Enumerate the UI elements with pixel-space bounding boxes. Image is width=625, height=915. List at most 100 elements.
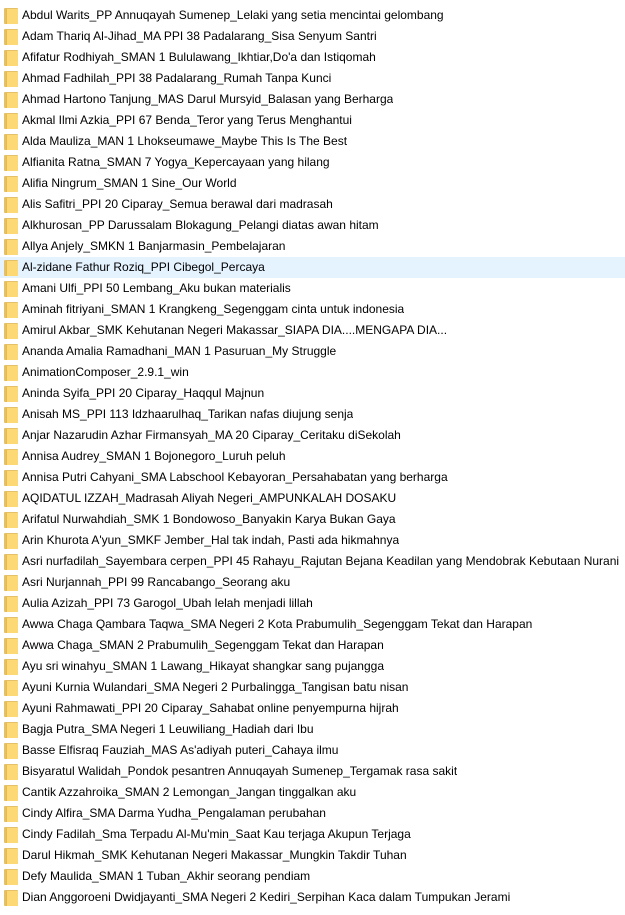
folder-icon (4, 280, 18, 297)
folder-item[interactable]: Alifia Ningrum_SMAN 1 Sine_Our World (0, 173, 625, 194)
folder-name: Defy Maulida_SMAN 1 Tuban_Akhir seorang … (22, 869, 311, 883)
folder-icon (4, 574, 18, 591)
folder-icon (4, 343, 18, 360)
folder-icon (4, 700, 18, 717)
folder-icon (4, 385, 18, 402)
folder-item[interactable]: Alda Mauliza_MAN 1 Lhokseumawe_Maybe Thi… (0, 131, 625, 152)
folder-name: Annisa Putri Cahyani_SMA Labschool Kebay… (22, 470, 448, 484)
folder-item[interactable]: Awwa Chaga Qambara Taqwa_SMA Negeri 2 Ko… (0, 614, 625, 635)
folder-icon (4, 889, 18, 906)
folder-item[interactable]: Allya Anjely_SMKN 1 Banjarmasin_Pembelaj… (0, 236, 625, 257)
folder-name: Cantik Azzahroika_SMAN 2 Lemongan_Jangan… (22, 785, 357, 799)
folder-icon (4, 616, 18, 633)
folder-item[interactable]: Adam Thariq Al-Jihad_MA PPI 38 Padalaran… (0, 26, 625, 47)
folder-item[interactable]: Alfianita Ratna_SMAN 7 Yogya_Kepercayaan… (0, 152, 625, 173)
folder-icon (4, 196, 18, 213)
folder-name: Awwa Chaga_SMAN 2 Prabumulih_Segenggam T… (22, 638, 384, 652)
folder-item[interactable]: AQIDATUL IZZAH_Madrasah Aliyah Negeri_AM… (0, 488, 625, 509)
folder-icon (4, 658, 18, 675)
folder-icon (4, 595, 18, 612)
folder-item[interactable]: Akmal Ilmi Azkia_PPI 67 Benda_Teror yang… (0, 110, 625, 131)
folder-name: Amirul Akbar_SMK Kehutanan Negeri Makass… (22, 323, 448, 337)
folder-name: Ayu sri winahyu_SMAN 1 Lawang_Hikayat sh… (22, 659, 384, 673)
folder-item[interactable]: Aminah fitriyani_SMAN 1 Krangkeng_Segeng… (0, 299, 625, 320)
folder-item[interactable]: Annisa Audrey_SMAN 1 Bojonegoro_Luruh pe… (0, 446, 625, 467)
folder-name: Afifatur Rodhiyah_SMAN 1 Bululawang_Ikht… (22, 50, 376, 64)
folder-name: Bisyaratul Walidah_Pondok pesantren Annu… (22, 764, 458, 778)
folder-item[interactable]: Aninda Syifa_PPI 20 Ciparay_Haqqul Majnu… (0, 383, 625, 404)
folder-icon (4, 364, 18, 381)
folder-item[interactable]: Darul Hikmah_SMK Kehutanan Negeri Makass… (0, 845, 625, 866)
folder-item[interactable]: Ahmad Hartono Tanjung_MAS Darul Mursyid_… (0, 89, 625, 110)
folder-name: Amani Ulfi_PPI 50 Lembang_Aku bukan mate… (22, 281, 291, 295)
folder-item[interactable]: Arin Khurota A'yun_SMKF Jember_Hal tak i… (0, 530, 625, 551)
folder-icon (4, 448, 18, 465)
folder-icon (4, 763, 18, 780)
folder-name: Cindy Fadilah_Sma Terpadu Al-Mu'min_Saat… (22, 827, 411, 841)
folder-icon (4, 490, 18, 507)
folder-name: Arin Khurota A'yun_SMKF Jember_Hal tak i… (22, 533, 400, 547)
folder-icon (4, 259, 18, 276)
folder-item[interactable]: Arifatul Nurwahdiah_SMK 1 Bondowoso_Bany… (0, 509, 625, 530)
folder-item[interactable]: Asri Nurjannah_PPI 99 Rancabango_Seorang… (0, 572, 625, 593)
folder-item[interactable]: Ayuni Kurnia Wulandari_SMA Negeri 2 Purb… (0, 677, 625, 698)
folder-item[interactable]: Cindy Alfira_SMA Darma Yudha_Pengalaman … (0, 803, 625, 824)
folder-name: Alfianita Ratna_SMAN 7 Yogya_Kepercayaan… (22, 155, 330, 169)
folder-item[interactable]: Ananda Amalia Ramadhani_MAN 1 Pasuruan_M… (0, 341, 625, 362)
folder-name: Alifia Ningrum_SMAN 1 Sine_Our World (22, 176, 237, 190)
folder-icon (4, 91, 18, 108)
folder-item[interactable]: Anjar Nazarudin Azhar Firmansyah_MA 20 C… (0, 425, 625, 446)
folder-name: Alda Mauliza_MAN 1 Lhokseumawe_Maybe Thi… (22, 134, 348, 148)
folder-icon (4, 679, 18, 696)
folder-icon (4, 427, 18, 444)
folder-name: Dian Anggoroeni Dwidjayanti_SMA Negeri 2… (22, 890, 511, 904)
folder-name: Adam Thariq Al-Jihad_MA PPI 38 Padalaran… (22, 29, 377, 43)
folder-icon (4, 511, 18, 528)
folder-item[interactable]: Al-zidane Fathur Roziq_PPI Cibegol_Perca… (0, 257, 625, 278)
folder-name: Anisah MS_PPI 113 Idzhaarulhaq_Tarikan n… (22, 407, 354, 421)
folder-item[interactable]: Afifatur Rodhiyah_SMAN 1 Bululawang_Ikht… (0, 47, 625, 68)
folder-item[interactable]: Cindy Fadilah_Sma Terpadu Al-Mu'min_Saat… (0, 824, 625, 845)
folder-item[interactable]: Annisa Putri Cahyani_SMA Labschool Kebay… (0, 467, 625, 488)
folder-item[interactable]: Dian Anggoroeni Dwidjayanti_SMA Negeri 2… (0, 887, 625, 908)
folder-item[interactable]: Alis Safitri_PPI 20 Ciparay_Semua berawa… (0, 194, 625, 215)
folder-item[interactable]: Bisyaratul Walidah_Pondok pesantren Annu… (0, 761, 625, 782)
folder-icon (4, 553, 18, 570)
folder-icon (4, 805, 18, 822)
folder-item[interactable]: Basse Elfisraq Fauziah_MAS As'adiyah put… (0, 740, 625, 761)
folder-item[interactable]: Anisah MS_PPI 113 Idzhaarulhaq_Tarikan n… (0, 404, 625, 425)
folder-item[interactable]: Awwa Chaga_SMAN 2 Prabumulih_Segenggam T… (0, 635, 625, 656)
folder-item[interactable]: Ayuni Rahmawati_PPI 20 Ciparay_Sahabat o… (0, 698, 625, 719)
folder-item[interactable]: Defy Maulida_SMAN 1 Tuban_Akhir seorang … (0, 866, 625, 887)
folder-item[interactable]: Amani Ulfi_PPI 50 Lembang_Aku bukan mate… (0, 278, 625, 299)
folder-name: Anjar Nazarudin Azhar Firmansyah_MA 20 C… (22, 428, 401, 442)
folder-name: Ahmad Fadhilah_PPI 38 Padalarang_Rumah T… (22, 71, 332, 85)
folder-icon (4, 154, 18, 171)
folder-item[interactable]: Aulia Azizah_PPI 73 Garogol_Ubah lelah m… (0, 593, 625, 614)
folder-icon (4, 322, 18, 339)
folder-name: Aninda Syifa_PPI 20 Ciparay_Haqqul Majnu… (22, 386, 265, 400)
folder-icon (4, 7, 18, 24)
folder-name: Ayuni Kurnia Wulandari_SMA Negeri 2 Purb… (22, 680, 409, 694)
folder-icon (4, 28, 18, 45)
folder-icon (4, 217, 18, 234)
folder-name: Asri nurfadilah_Sayembara cerpen_PPI 45 … (22, 554, 620, 568)
folder-item[interactable]: Abdul Warits_PP Annuqayah Sumenep_Lelaki… (0, 5, 625, 26)
folder-item[interactable]: AnimationComposer_2.9.1_win (0, 362, 625, 383)
folder-name: Arifatul Nurwahdiah_SMK 1 Bondowoso_Bany… (22, 512, 396, 526)
folder-item[interactable]: Alkhurosan_PP Darussalam Blokagung_Pelan… (0, 215, 625, 236)
folder-icon (4, 868, 18, 885)
file-list: Abdul Warits_PP Annuqayah Sumenep_Lelaki… (0, 0, 625, 915)
folder-item[interactable]: Amirul Akbar_SMK Kehutanan Negeri Makass… (0, 320, 625, 341)
folder-item[interactable]: Asri nurfadilah_Sayembara cerpen_PPI 45 … (0, 551, 625, 572)
folder-item[interactable]: Ahmad Fadhilah_PPI 38 Padalarang_Rumah T… (0, 68, 625, 89)
folder-item[interactable]: Cantik Azzahroika_SMAN 2 Lemongan_Jangan… (0, 782, 625, 803)
folder-item[interactable]: Ayu sri winahyu_SMAN 1 Lawang_Hikayat sh… (0, 656, 625, 677)
folder-name: Darul Hikmah_SMK Kehutanan Negeri Makass… (22, 848, 407, 862)
folder-icon (4, 742, 18, 759)
folder-item[interactable]: Bagja Putra_SMA Negeri 1 Leuwiliang_Hadi… (0, 719, 625, 740)
folder-name: Cindy Alfira_SMA Darma Yudha_Pengalaman … (22, 806, 326, 820)
folder-name: Allya Anjely_SMKN 1 Banjarmasin_Pembelaj… (22, 239, 286, 253)
folder-icon (4, 301, 18, 318)
folder-icon (4, 469, 18, 486)
